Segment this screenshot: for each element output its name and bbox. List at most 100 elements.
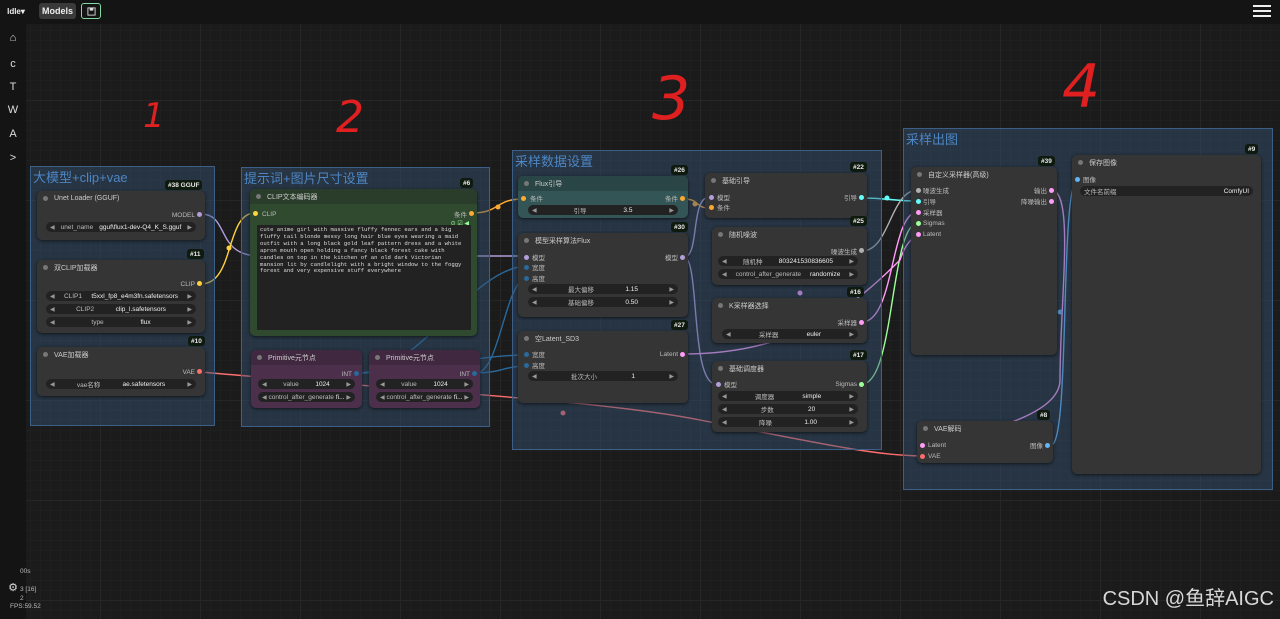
input-label: 宽度 bbox=[532, 265, 545, 272]
model-sampling-flux-node[interactable]: #30 模型采样算法Flux 模型 宽度 高度 模型 ◀ 最大偏移 1.15 ▶ ◀ 基… bbox=[518, 222, 688, 317]
sampler-name-select[interactable]: ◀ 采样器 euler ▶ bbox=[722, 329, 858, 339]
dual-clip-loader-node[interactable]: #11 双CLIP加载器 CLIP ◀ CLIP1 t5xxl_fp8_e4m3fn… bbox=[37, 249, 205, 333]
flux-guidance-node[interactable]: #26 Flux引导 条件 条件 ◀ 引导 3.5 ▶ bbox=[518, 165, 688, 218]
models-button[interactable]: Models bbox=[39, 3, 76, 19]
scheduler-select[interactable]: ◀ 调度器 simple ▶ bbox=[718, 391, 858, 401]
output-socket[interactable] bbox=[859, 248, 864, 253]
type-select[interactable]: ◀ type flux ▶ bbox=[46, 317, 196, 327]
control-after-generate-select[interactable]: ◀ control_after_generate fi... ▶ bbox=[258, 392, 355, 402]
input-socket[interactable] bbox=[916, 210, 921, 215]
k-sampler-select-node[interactable]: #16 K采样器选择 采样器 ◀ 采样器 euler ▶ bbox=[712, 287, 867, 343]
input-socket[interactable] bbox=[1075, 177, 1080, 182]
node-header[interactable]: 模型采样算法Flux bbox=[518, 233, 688, 248]
output-socket[interactable] bbox=[859, 382, 864, 387]
input-socket[interactable] bbox=[916, 199, 921, 204]
node-header[interactable]: 基础调度器 bbox=[712, 361, 867, 376]
node-header[interactable]: Primitive元节点 bbox=[251, 350, 362, 365]
input-socket[interactable] bbox=[524, 255, 529, 260]
save-icon[interactable] bbox=[81, 3, 101, 19]
output-socket[interactable] bbox=[1049, 188, 1054, 193]
input-socket[interactable] bbox=[524, 363, 529, 368]
input-socket[interactable] bbox=[916, 232, 921, 237]
vae-decode-node[interactable]: #8 VAE解码 Latent VAE 图像 bbox=[917, 410, 1053, 463]
input-socket[interactable] bbox=[253, 211, 258, 216]
node-header[interactable]: 空Latent_SD3 bbox=[518, 331, 688, 346]
node-header[interactable]: VAE解码 bbox=[917, 421, 1053, 436]
output-socket[interactable] bbox=[680, 196, 685, 201]
unet-loader-node[interactable]: #38 GGUF Unet Loader (GGUF) MODEL ◀ unet_… bbox=[37, 180, 205, 240]
hamburger-menu-icon[interactable] bbox=[1252, 3, 1272, 19]
output-socket[interactable] bbox=[197, 369, 202, 374]
unet-name-select[interactable]: ◀ unet_name gguf\flux1-dev-Q4_K_S.gguf ▶ bbox=[46, 222, 196, 232]
node-header[interactable]: Primitive元节点 bbox=[369, 350, 480, 365]
node-header[interactable]: 基础引导 bbox=[705, 173, 867, 188]
output-socket[interactable] bbox=[472, 371, 477, 376]
output-socket[interactable] bbox=[1045, 443, 1050, 448]
prompt-textarea[interactable]: cute anime girl with massive fluffy fenn… bbox=[257, 225, 471, 330]
node-header[interactable]: 随机噪波 bbox=[712, 227, 867, 242]
primitive-width-node[interactable]: Primitive元节点 INT ◀ value 1024 ▶ ◀ control_af… bbox=[251, 350, 362, 408]
input-socket[interactable] bbox=[524, 265, 529, 270]
clip1-select[interactable]: ◀ CLIP1 t5xxl_fp8_e4m3fn.safetensors ▶ bbox=[46, 291, 196, 301]
basic-scheduler-node[interactable]: #17 基础调度器 模型 Sigmas ◀ 调度器 simple ▶ ◀ 步数 20 ▶ ◀… bbox=[712, 350, 867, 432]
gear-icon[interactable]: ⚙ bbox=[5, 579, 21, 595]
node-header[interactable]: CLIP文本编码器 bbox=[250, 189, 477, 204]
value-stepper[interactable]: ◀ value 1024 ▶ bbox=[376, 379, 473, 389]
save-image-node[interactable]: #9 保存图像 图像 文件名前缀 ComfyUI bbox=[1072, 144, 1261, 474]
guidance-stepper[interactable]: ◀ 引导 3.5 ▶ bbox=[528, 205, 678, 215]
text-tool-icon[interactable]: T bbox=[5, 79, 21, 95]
vae-name-select[interactable]: ◀ vae名称 ae.safetensors ▶ bbox=[46, 379, 196, 389]
node-header[interactable]: 双CLIP加载器 bbox=[37, 260, 205, 275]
input-socket[interactable] bbox=[521, 196, 526, 201]
workflow-menu-button[interactable]: Idle ▾ bbox=[3, 3, 29, 19]
control-after-generate-select[interactable]: ◀ control_after_generate randomize ▶ bbox=[718, 269, 858, 279]
input-socket[interactable] bbox=[709, 205, 714, 210]
output-socket[interactable] bbox=[859, 195, 864, 200]
value-stepper[interactable]: ◀ value 1024 ▶ bbox=[258, 379, 355, 389]
a-tool-icon[interactable]: A bbox=[5, 126, 21, 142]
input-socket[interactable] bbox=[524, 352, 529, 357]
node-header[interactable]: 保存图像 bbox=[1072, 155, 1261, 170]
denoise-stepper[interactable]: ◀ 降噪 1.00 ▶ bbox=[718, 417, 858, 427]
seed-stepper[interactable]: ◀ 随机种 803241530836605 ▶ bbox=[718, 256, 858, 266]
node-header[interactable]: Unet Loader (GGUF) bbox=[37, 191, 205, 206]
node-header[interactable]: 自定义采样器(高级) bbox=[911, 167, 1057, 182]
max-shift-stepper[interactable]: ◀ 最大偏移 1.15 ▶ bbox=[528, 284, 678, 294]
input-socket[interactable] bbox=[916, 221, 921, 226]
node-header[interactable]: Flux引导 bbox=[518, 176, 688, 191]
custom-sampler-advanced-node[interactable]: #39 自定义采样器(高级) 噪波生成 引导 采样器 Sigmas Latent… bbox=[911, 156, 1057, 355]
input-socket[interactable] bbox=[920, 443, 925, 448]
vae-loader-node[interactable]: #10 VAE加载器 VAE ◀ vae名称 ae.safetensors ▶ bbox=[37, 336, 205, 396]
empty-latent-sd3-node[interactable]: #27 空Latent_SD3 宽度 高度 Latent ◀ 批次大小 1 ▶ bbox=[518, 320, 688, 403]
filename-prefix-input[interactable]: 文件名前缀 ComfyUI bbox=[1080, 186, 1253, 196]
output-socket[interactable] bbox=[680, 255, 685, 260]
output-socket[interactable] bbox=[197, 212, 202, 217]
node-header[interactable]: K采样器选择 bbox=[712, 298, 867, 313]
input-socket[interactable] bbox=[920, 454, 925, 459]
primitive-height-node[interactable]: Primitive元节点 INT ◀ value 1024 ▶ ◀ control_af… bbox=[369, 350, 480, 408]
output-socket[interactable] bbox=[354, 371, 359, 376]
clip-text-encode-node[interactable]: #6 CLIP文本编码器 CLIP 条件 ⊙ ☑ ◀ cute anime gi… bbox=[250, 178, 477, 336]
base-shift-stepper[interactable]: ◀ 基础偏移 0.50 ▶ bbox=[528, 297, 678, 307]
input-socket[interactable] bbox=[709, 195, 714, 200]
random-noise-node[interactable]: #25 随机噪波 噪波生成 ◀ 随机种 803241530836605 ▶ ◀ cont… bbox=[712, 216, 867, 285]
expand-icon[interactable]: > bbox=[5, 150, 21, 166]
batch-size-stepper[interactable]: ◀ 批次大小 1 ▶ bbox=[528, 371, 678, 381]
output-socket[interactable] bbox=[469, 211, 474, 216]
node-header[interactable]: VAE加载器 bbox=[37, 347, 205, 362]
refresh-icon[interactable]: c bbox=[5, 56, 21, 72]
input-socket[interactable] bbox=[524, 276, 529, 281]
home-icon[interactable]: ⌂ bbox=[5, 30, 21, 46]
output-socket[interactable] bbox=[859, 320, 864, 325]
basic-guider-node[interactable]: #22 基础引导 模型 条件 引导 bbox=[705, 162, 867, 218]
input-socket[interactable] bbox=[916, 188, 921, 193]
output-socket[interactable] bbox=[680, 352, 685, 357]
w-tool-icon[interactable]: W bbox=[5, 102, 21, 118]
input-socket[interactable] bbox=[716, 382, 721, 387]
steps-stepper[interactable]: ◀ 步数 20 ▶ bbox=[718, 404, 858, 414]
output-socket[interactable] bbox=[197, 281, 202, 286]
clip2-select[interactable]: ◀ CLIP2 clip_l.safetensors ▶ bbox=[46, 304, 196, 314]
output-socket[interactable] bbox=[1049, 199, 1054, 204]
wire-midpoint bbox=[884, 195, 890, 201]
control-after-generate-select[interactable]: ◀ control_after_generate fi... ▶ bbox=[376, 392, 473, 402]
